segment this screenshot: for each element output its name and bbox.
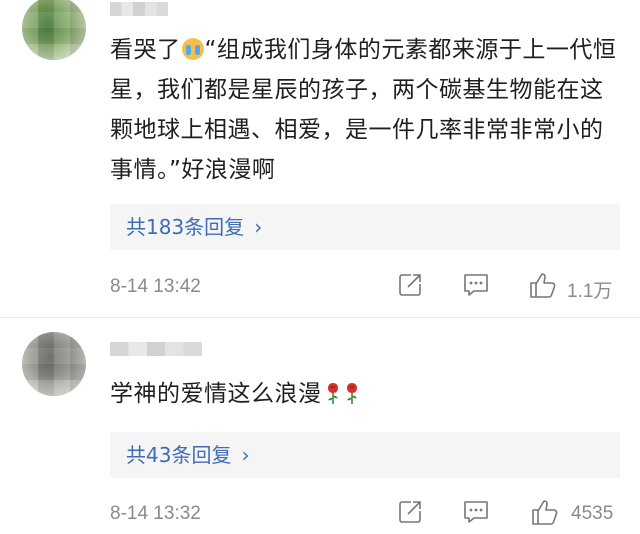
avatar[interactable]: [22, 0, 86, 60]
comment-item: 看哭了 “组成我们身体的元素都来源于上一代恒星，我们都是星辰的孩子，两个碳基生物能…: [0, 0, 640, 318]
replies-label: 共43条回复: [126, 443, 232, 467]
like-count: 1.1万: [567, 281, 613, 302]
comment-text-part: 看哭了: [110, 37, 181, 63]
avatar-blur: [22, 332, 86, 396]
comment-text: 学神的爱情这么浪漫: [110, 374, 620, 414]
avatar[interactable]: [22, 332, 86, 396]
chevron-right-icon: ›: [254, 215, 263, 239]
view-replies-button[interactable]: 共43条回复 ›: [110, 432, 620, 478]
share-icon[interactable]: [397, 499, 423, 525]
comment-time: 8-14 13:32: [110, 503, 201, 524]
cry-emoji-icon: [181, 38, 204, 60]
replies-label: 共183条回复: [126, 215, 245, 239]
chevron-right-icon: ›: [241, 443, 250, 467]
avatar-blur: [22, 0, 86, 60]
comment-text: 看哭了 “组成我们身体的元素都来源于上一代恒星，我们都是星辰的孩子，两个碳基生物能…: [110, 30, 620, 190]
like-count: 4535: [571, 503, 614, 524]
thumbs-up-icon[interactable]: [528, 270, 558, 300]
view-replies-button[interactable]: 共183条回复 ›: [110, 204, 620, 250]
rose-icon: [344, 378, 360, 404]
thumbs-up-icon[interactable]: [530, 497, 560, 527]
comment-icon[interactable]: [462, 499, 490, 525]
comment-time: 8-14 13:42: [110, 276, 201, 297]
rose-icon: [325, 378, 341, 404]
comment-icon[interactable]: [462, 272, 490, 298]
comment-text-part: 学神的爱情这么浪漫: [110, 381, 322, 407]
comment-text-part: “组成我们身体的元素都来源于上一代恒星，我们都是星辰的孩子，两个碳基生物能在这颗…: [110, 37, 617, 183]
share-icon[interactable]: [397, 272, 423, 298]
comment-item: 学神的爱情这么浪漫 共43条回复 › 8-14 13:32 4535: [0, 318, 640, 534]
username-blurred[interactable]: [110, 2, 168, 16]
username-blurred[interactable]: [110, 342, 202, 356]
